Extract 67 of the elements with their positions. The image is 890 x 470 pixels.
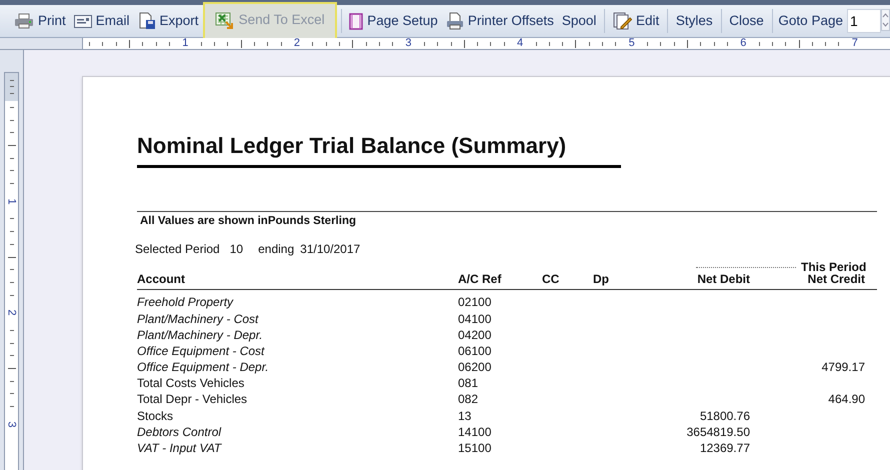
table-cell: 464.90	[828, 392, 865, 406]
group-header: This Period	[801, 259, 866, 274]
table-cell: 081	[458, 376, 478, 390]
toolbar-button[interactable]: Email	[70, 6, 134, 36]
table-cell: 3654819.50	[686, 424, 750, 439]
account-name: Plant/Machinery - Cost	[137, 312, 258, 326]
spreadsheet-arrow-icon	[214, 12, 235, 30]
table-cell: 12369.77	[700, 441, 750, 456]
table-cell: 4799.17	[822, 360, 865, 374]
ending-label: ending	[258, 241, 294, 258]
column-header: A/C Ref	[458, 271, 502, 288]
ruler-number: 4	[517, 38, 524, 49]
toolbar-button[interactable]: Page Setup	[345, 6, 442, 36]
goto-page-label: Goto Page	[778, 12, 843, 30]
toolbar-button[interactable]: Spool	[558, 6, 600, 36]
table-cell: 06100	[458, 344, 492, 358]
table-cell: 51800.76	[700, 408, 750, 423]
table-cell: 04100	[458, 312, 492, 326]
ruler-number: 2	[294, 38, 300, 49]
currency-note: All Values are shown inPounds Sterling	[140, 214, 357, 229]
ruler-number: 2	[6, 310, 17, 316]
ruler-number: 3	[405, 38, 412, 49]
account-name: Debtors Control	[137, 424, 222, 439]
account-name: Plant/Machinery - Depr.	[137, 328, 263, 342]
column-header: Net Debit	[696, 271, 750, 288]
account-name: Total Costs Vehicles	[137, 376, 244, 390]
table-cell: 04200	[458, 328, 492, 342]
ruler-number: 3	[6, 421, 17, 428]
card-icon	[74, 14, 92, 28]
account-name: VAT - Input VAT	[137, 441, 222, 456]
printer-icon	[14, 13, 34, 29]
account-name: Stocks	[137, 408, 174, 423]
toolbar-button[interactable]: Styles	[672, 6, 717, 36]
ruler-number: 6	[740, 38, 746, 49]
ruler-number: 1	[6, 198, 17, 204]
table-cell: 14100	[458, 424, 492, 439]
column-header: Net Credit	[806, 272, 865, 288]
column-header: Dp	[593, 271, 610, 288]
period-label: Selected Period	[135, 241, 220, 258]
column-header: CC	[542, 271, 560, 288]
report-title: Nominal Ledger Trial Balance (Summary)	[137, 133, 568, 159]
table-cell: 02100	[458, 295, 492, 310]
ruler-number: 5	[628, 38, 635, 49]
table-cell: 06200	[458, 360, 492, 374]
table-cell: 082	[458, 392, 478, 406]
page-icon	[349, 12, 364, 30]
toolbar-button[interactable]: Export	[134, 6, 203, 36]
account-name: Office Equipment - Cost	[137, 344, 264, 358]
toolbar-button[interactable]: Edit	[609, 6, 664, 36]
toolbar-button[interactable]: Close	[725, 6, 768, 36]
toolbar-button[interactable]: Printer Offsets	[442, 6, 558, 36]
document-disk-icon	[138, 12, 156, 30]
ruler-number: 1	[182, 38, 188, 49]
account-name: Freehold Property	[137, 295, 234, 310]
page-number-field[interactable]: 1	[846, 9, 881, 33]
table-cell: 13	[458, 408, 472, 423]
period-value: 10	[230, 241, 244, 258]
toolbar-button[interactable]: Print	[10, 6, 70, 36]
table-cell: 15100	[458, 441, 492, 456]
ruler-number: 7	[852, 38, 858, 49]
account-name: Office Equipment - Depr.	[137, 360, 269, 374]
ending-date: 31/10/2017	[300, 241, 360, 258]
printer-page-icon	[446, 12, 464, 30]
column-header: Account	[137, 271, 186, 288]
pages-pencil-icon	[613, 12, 632, 30]
spinner-icon[interactable]	[880, 9, 890, 31]
account-name: Total Depr - Vehicles	[137, 392, 248, 406]
